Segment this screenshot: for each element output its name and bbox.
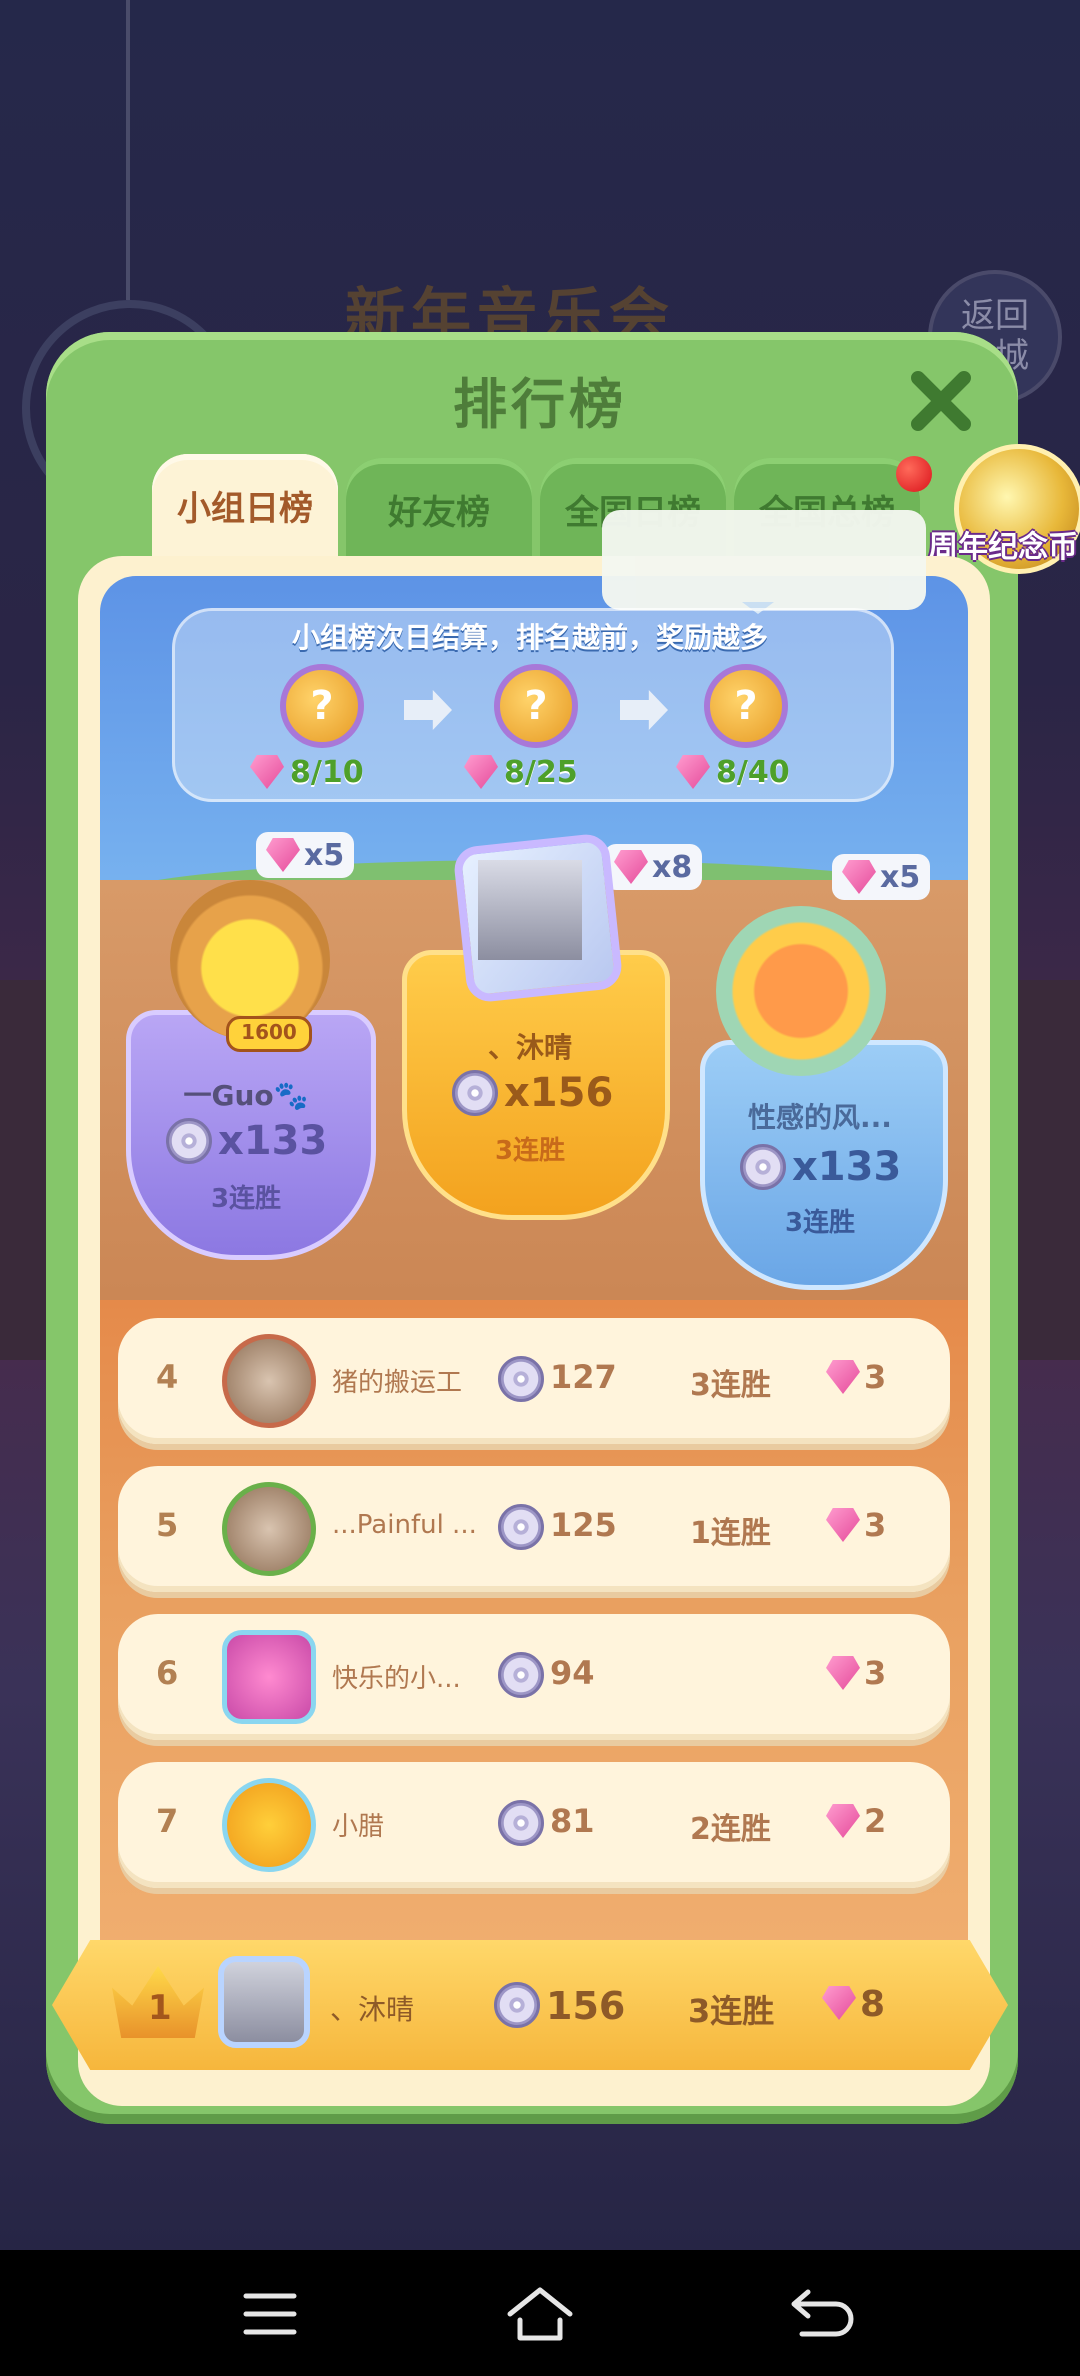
gem-icon: [614, 850, 648, 884]
gem-icon: [464, 755, 498, 789]
menu-icon[interactable]: [230, 2274, 310, 2354]
gem-icon: [826, 1656, 860, 1690]
my-score: 156: [546, 1984, 626, 2028]
gem-icon: [266, 838, 300, 872]
podium-third-name: 性感的风...: [748, 1101, 892, 1134]
reward-chest-1-icon[interactable]: ?: [280, 664, 364, 748]
podium-second-streak: 3连胜: [210, 1184, 282, 1214]
podium-first-streak: 3连胜: [494, 1136, 566, 1166]
podium-third-streak: 3连胜: [784, 1208, 856, 1238]
ranking-row[interactable]: 7 小腊 81 2连胜 2: [118, 1762, 950, 1888]
row-score: 94: [550, 1654, 595, 1692]
disc-icon: [166, 1118, 212, 1164]
disc-icon: [498, 1504, 544, 1550]
row-avatar[interactable]: [222, 1482, 316, 1576]
my-rank: 1: [148, 1988, 172, 2028]
disc-icon: [452, 1070, 498, 1116]
podium-first-score: x156: [452, 1070, 613, 1116]
tab-friends[interactable]: 好友榜: [346, 458, 532, 558]
row-rank: 5: [156, 1506, 179, 1544]
row-avatar[interactable]: [222, 1334, 316, 1428]
home-icon[interactable]: [500, 2274, 580, 2354]
row-gems: 3: [864, 1358, 887, 1396]
row-gems: 3: [864, 1506, 887, 1544]
row-score: 127: [550, 1358, 617, 1396]
disc-icon: [498, 1652, 544, 1698]
row-score: 125: [550, 1506, 617, 1544]
row-streak: 3连胜: [690, 1368, 771, 1403]
tab-group-daily[interactable]: 小组日榜: [152, 454, 338, 568]
my-avatar[interactable]: [218, 1956, 310, 2048]
level-badge: 1600: [226, 1016, 312, 1052]
ranking-row[interactable]: 4 猪的搬运工 127 3连胜 3: [118, 1318, 950, 1444]
podium-second-name: 一Guo🐾: [183, 1079, 309, 1112]
row-streak: 2连胜: [690, 1812, 771, 1847]
podium-first-name: 、沐晴: [487, 1031, 572, 1064]
row-avatar[interactable]: [222, 1778, 316, 1872]
row-avatar[interactable]: [222, 1630, 316, 1724]
player-avatar-third[interactable]: [716, 906, 886, 1076]
reward-3: 8/40: [676, 752, 790, 792]
gem-icon: [250, 755, 284, 789]
podium-second-score: x133: [166, 1118, 327, 1164]
ranking-row[interactable]: 6 快乐的小... 94 3: [118, 1614, 950, 1740]
my-name: 、沐晴: [330, 1993, 415, 2026]
reward-chest-2-icon[interactable]: ?: [494, 664, 578, 748]
tab-tooltip: [602, 510, 926, 614]
reward-chest-3-icon[interactable]: ?: [704, 664, 788, 748]
my-streak: 3连胜: [688, 1992, 775, 2030]
gem-icon: [676, 755, 710, 789]
row-streak: 1连胜: [690, 1516, 771, 1551]
row-rank: 6: [156, 1654, 179, 1692]
background-rope: [126, 0, 130, 300]
gem-icon: [826, 1804, 860, 1838]
row-gems: 2: [864, 1802, 887, 1840]
gem-icon: [826, 1360, 860, 1394]
reward-2: 8/25: [464, 752, 578, 792]
disc-icon: [494, 1982, 540, 2028]
gem-icon: [826, 1508, 860, 1542]
close-icon[interactable]: [906, 366, 976, 436]
row-rank: 7: [156, 1802, 179, 1840]
back-icon[interactable]: [780, 2274, 860, 2354]
row-score: 81: [550, 1802, 595, 1840]
row-rank: 4: [156, 1358, 179, 1396]
ranking-row[interactable]: 5 ...Painful ... 125 1连胜 3: [118, 1466, 950, 1592]
row-gems: 3: [864, 1654, 887, 1692]
disc-icon: [498, 1800, 544, 1846]
disc-icon: [498, 1356, 544, 1402]
player-avatar-first[interactable]: [478, 860, 582, 960]
gem-reward-badge: x8: [604, 844, 703, 890]
my-gems: 8: [860, 1984, 886, 2025]
gem-reward-badge: x5: [832, 854, 931, 900]
gem-reward-badge: x5: [256, 832, 355, 878]
reward-1: 8/10: [250, 752, 364, 792]
podium-third-score: x133: [740, 1144, 901, 1190]
notification-dot: [896, 456, 932, 492]
system-navigation-bar: [0, 2250, 1080, 2376]
disc-icon: [740, 1144, 786, 1190]
reward-title: 小组榜次日结算，排名越前，奖励越多: [291, 621, 768, 654]
gem-icon: [842, 860, 876, 894]
